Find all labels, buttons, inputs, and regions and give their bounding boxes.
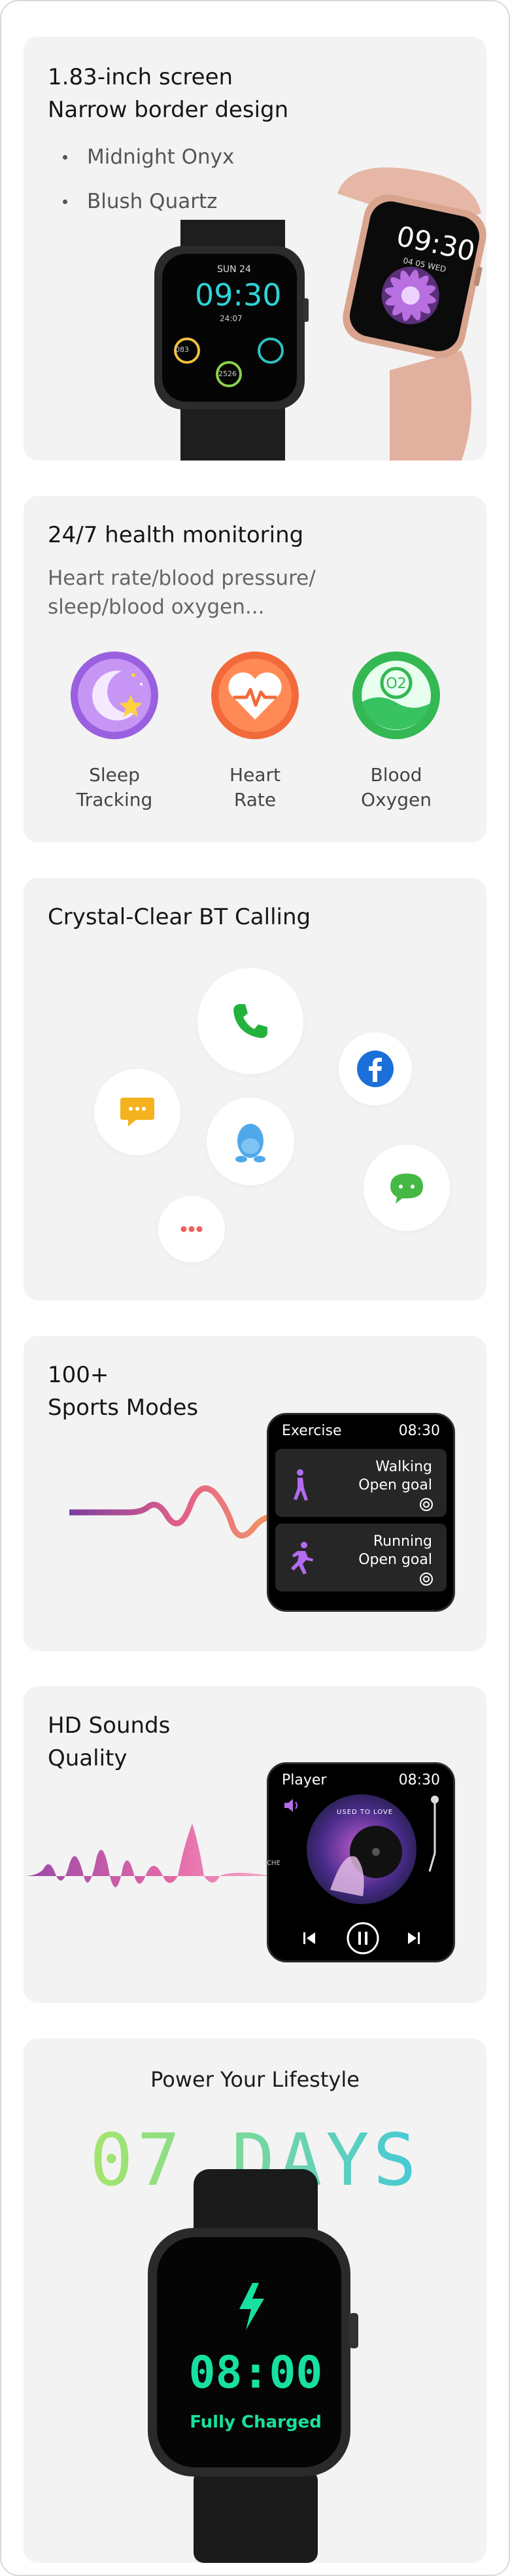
color-item: Blush Quartz bbox=[63, 179, 234, 224]
walking-goal: Open goal bbox=[358, 1477, 432, 1493]
phone-icon bbox=[233, 1004, 267, 1038]
qq-icon bbox=[235, 1124, 265, 1162]
sound-subtitle: Quality bbox=[48, 1745, 128, 1771]
charge-status: Fully Charged bbox=[190, 2412, 322, 2432]
black-watch-stat: 2526 bbox=[218, 370, 237, 378]
moon-star-icon bbox=[71, 652, 158, 739]
album-title: USED TO LOVE bbox=[337, 1809, 394, 1816]
walking-label: Walking bbox=[375, 1459, 432, 1475]
walking-icon bbox=[294, 1469, 308, 1501]
heart-rate-label: Heart Rate bbox=[230, 764, 280, 810]
target-icon bbox=[420, 1573, 433, 1586]
sports-card: 100+ Sports Modes Exercise 08:30 Walking… bbox=[24, 1336, 486, 1651]
player-screen-time: 08:30 bbox=[398, 1772, 440, 1788]
wechat-icon bbox=[390, 1174, 423, 1204]
exercise-row-walking[interactable]: Walking Open goal bbox=[275, 1449, 447, 1517]
more-bubble bbox=[158, 1196, 225, 1262]
running-icon bbox=[291, 1542, 313, 1575]
svg-text:O2: O2 bbox=[386, 676, 406, 692]
sleep-tracking-item: Sleep Tracking bbox=[59, 652, 170, 812]
black-watch-stat: 24:07 bbox=[220, 314, 243, 323]
battery-card: Power Your Lifestyle 07 DAYS 08:00 Fully… bbox=[24, 2038, 486, 2563]
battery-title: Power Your Lifestyle bbox=[150, 2067, 360, 2092]
black-watch-day: SUN 24 bbox=[217, 264, 251, 275]
facebook-icon bbox=[357, 1051, 394, 1087]
sound-wave-graphic bbox=[24, 1824, 272, 1888]
target-icon bbox=[420, 1498, 433, 1511]
exercise-screen-time: 08:30 bbox=[398, 1423, 440, 1439]
running-label: Running bbox=[373, 1533, 432, 1550]
tonearm-icon bbox=[428, 1796, 439, 1872]
health-title: 24/7 health monitoring bbox=[48, 522, 304, 548]
black-watch-time: 09:30 bbox=[195, 277, 282, 313]
phone-bubble bbox=[197, 968, 303, 1074]
running-goal: Open goal bbox=[358, 1552, 432, 1568]
wechat-bubble bbox=[364, 1145, 450, 1231]
color-item: Midnight Onyx bbox=[63, 135, 234, 179]
o2-drop-icon: O2 bbox=[352, 652, 440, 739]
blood-oxygen-label: Blood Oxygen bbox=[361, 764, 432, 810]
calling-title: Crystal-Clear BT Calling bbox=[48, 904, 311, 930]
color-list: Midnight Onyx Blush Quartz bbox=[63, 135, 234, 224]
sound-title: HD Sounds bbox=[48, 1713, 171, 1739]
facebook-bubble bbox=[339, 1032, 412, 1105]
sound-card: HD Sounds Quality Player 08:30 USED TO L… bbox=[24, 1686, 486, 2003]
blood-oxygen-item: O2 Blood Oxygen bbox=[341, 652, 452, 812]
calling-card: Crystal-Clear BT Calling bbox=[24, 878, 486, 1300]
heart-rate-item: Heart Rate bbox=[199, 652, 311, 812]
heart-pulse-icon bbox=[211, 652, 299, 739]
black-watch-stat: 083 bbox=[175, 345, 189, 354]
message-bubble bbox=[94, 1069, 180, 1155]
screen-subtitle: Narrow border design bbox=[48, 97, 289, 123]
exercise-row-running[interactable]: Running Open goal bbox=[275, 1523, 447, 1592]
exercise-screen-title: Exercise bbox=[282, 1423, 342, 1439]
player-screen: Player 08:30 USED TO LOVE ICHE bbox=[265, 1762, 455, 1962]
sleep-tracking-label: Sleep Tracking bbox=[76, 764, 153, 810]
health-description: Heart rate/blood pressure/ sleep/blood o… bbox=[48, 566, 316, 619]
next-track-icon[interactable] bbox=[406, 1930, 422, 1946]
message-icon bbox=[120, 1098, 154, 1126]
charge-time: 08:00 bbox=[188, 2347, 323, 2399]
volume-icon bbox=[284, 1799, 298, 1812]
sports-wave-graphic bbox=[69, 1485, 292, 1539]
exercise-screen: Exercise 08:30 Walking Open goal Running… bbox=[267, 1413, 455, 1612]
qq-bubble bbox=[207, 1098, 294, 1185]
sports-subtitle: Sports Modes bbox=[48, 1395, 199, 1421]
prev-track-icon[interactable] bbox=[301, 1930, 317, 1946]
sports-title: 100+ bbox=[48, 1362, 109, 1388]
pause-button[interactable] bbox=[346, 1921, 380, 1955]
side-track-label: ICHE bbox=[265, 1860, 280, 1867]
black-watch-image bbox=[154, 220, 309, 461]
screen-title: 1.83-inch screen bbox=[48, 64, 233, 90]
screen-card: 1.83-inch screen Narrow border design Mi… bbox=[24, 37, 486, 461]
player-screen-title: Player bbox=[282, 1772, 327, 1788]
health-card: 24/7 health monitoring Heart rate/blood … bbox=[24, 496, 486, 843]
more-icon bbox=[180, 1226, 203, 1232]
